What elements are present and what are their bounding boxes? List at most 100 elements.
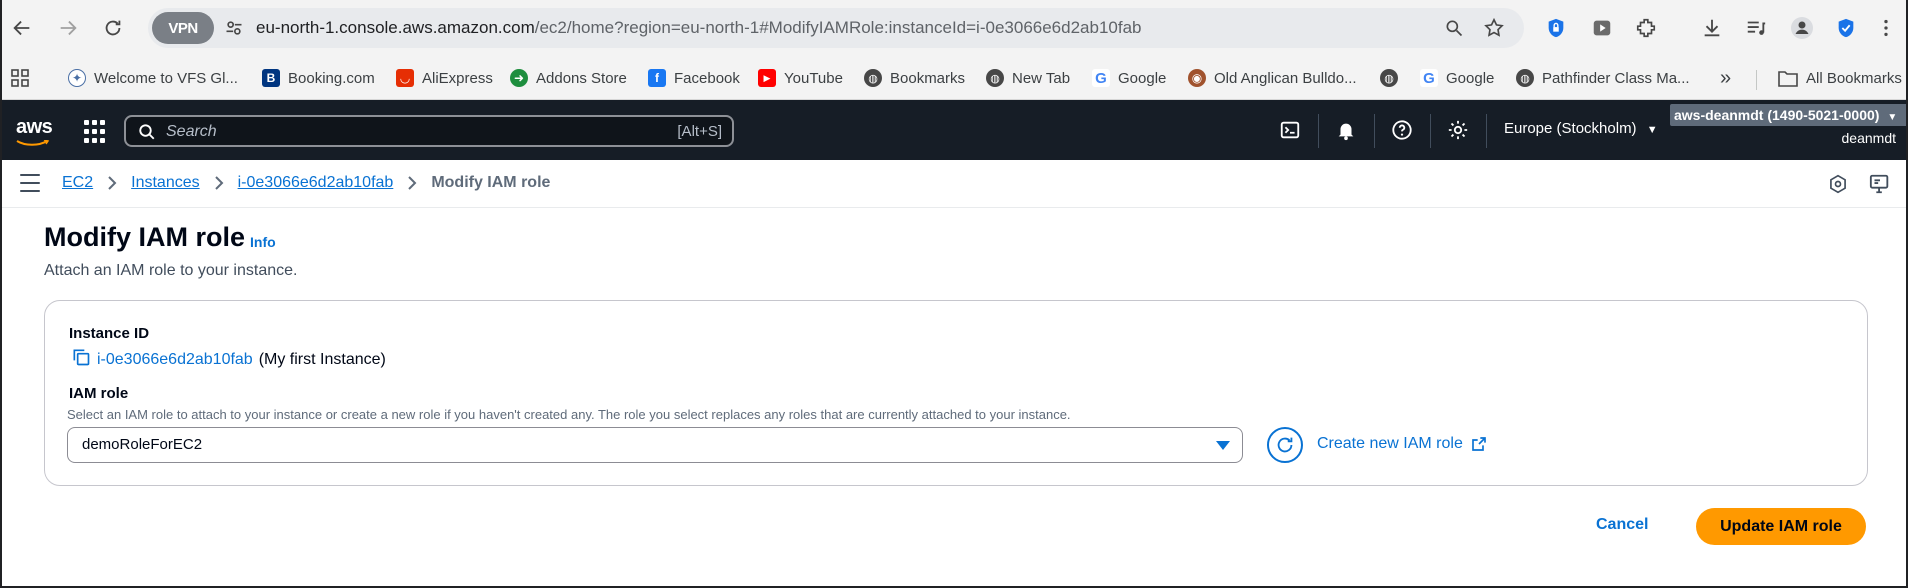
preferences-hex-icon[interactable] (1826, 172, 1850, 196)
bookmark-label: Google (1118, 69, 1167, 87)
cloudshell-icon[interactable] (1278, 118, 1302, 142)
globe-icon: ◍ (1380, 69, 1398, 87)
apps-grid-icon[interactable] (10, 66, 30, 90)
account-menu[interactable]: aws-deanmdt (1490-5021-0000) ▼ (1670, 104, 1908, 126)
all-bookmarks-button[interactable]: All Bookmarks (1778, 66, 1902, 90)
bookmark-addons[interactable]: ➜ Addons Store (510, 66, 627, 90)
search-input[interactable]: Search [Alt+S] (124, 115, 734, 147)
bookmark-facebook[interactable]: f Facebook (648, 66, 740, 90)
breadcrumb-ec2[interactable]: EC2 (62, 174, 93, 192)
bookmark-label: YouTube (784, 69, 843, 87)
display-settings-icon[interactable] (1868, 172, 1892, 196)
cancel-button[interactable]: Cancel (1596, 516, 1648, 534)
instance-id-label: Instance ID (69, 325, 150, 342)
chevron-down-icon: ▼ (1646, 124, 1658, 136)
instance-id-link[interactable]: i-0e3066e6d2ab10fab (97, 351, 253, 369)
bookmark-youtube[interactable]: ▶ YouTube (758, 66, 843, 90)
dog-icon: ◉ (1188, 69, 1206, 87)
bookmark-label: Old Anglican Bulldo... (1214, 69, 1357, 87)
browser-menu-icon[interactable] (1872, 14, 1900, 42)
bookmark-booking[interactable]: B Booking.com (262, 66, 375, 90)
username[interactable]: deanmdt (1842, 130, 1896, 146)
address-bar[interactable]: VPN eu-north-1.console.aws.amazon.com/ec… (148, 8, 1524, 48)
chevron-right-icon (214, 176, 224, 190)
download-icon[interactable] (1698, 14, 1726, 42)
page-description: Attach an IAM role to your instance. (44, 262, 298, 279)
create-iam-role-link[interactable]: Create new IAM role (1317, 435, 1487, 453)
bookmark-pathfinder[interactable]: ◍ Pathfinder Class Ma... (1516, 66, 1690, 90)
aliexpress-icon: ◡ (396, 69, 414, 87)
refresh-roles-button[interactable] (1267, 427, 1303, 463)
bookmark-aliexpress[interactable]: ◡ AliExpress (396, 66, 493, 90)
url-text[interactable]: eu-north-1.console.aws.amazon.com/ec2/ho… (256, 18, 1142, 38)
bookmark-new-tab[interactable]: ◍ New Tab (986, 66, 1070, 90)
aws-logo-text: aws (16, 116, 53, 138)
security-shield-icon[interactable] (1832, 14, 1860, 42)
refresh-icon (1277, 437, 1293, 453)
breadcrumb-instance-id[interactable]: i-0e3066e6d2ab10fab (238, 174, 394, 192)
bookmark-label: Facebook (674, 69, 740, 87)
booking-icon: B (262, 69, 280, 87)
extensions-puzzle-icon[interactable] (1632, 14, 1660, 42)
globe-icon: ◍ (1516, 69, 1534, 87)
help-icon[interactable] (1390, 118, 1414, 142)
profile-avatar-icon[interactable] (1788, 14, 1816, 42)
notifications-bell-icon[interactable] (1334, 118, 1358, 142)
services-menu-icon[interactable] (84, 120, 108, 144)
bookmark-google-2[interactable]: G Google (1420, 66, 1494, 90)
bookmark-label: New Tab (1012, 69, 1071, 87)
bookmark-label: Pathfinder Class Ma... (1542, 69, 1690, 87)
bookmark-label: Bookmarks (890, 69, 966, 87)
region-label: Europe (Stockholm) (1504, 120, 1637, 137)
zoom-icon[interactable] (1442, 16, 1466, 40)
update-iam-role-button[interactable]: Update IAM role (1696, 508, 1866, 545)
info-link[interactable]: Info (250, 234, 276, 250)
aws-logo[interactable]: aws (16, 116, 53, 146)
browser-toolbar: VPN eu-north-1.console.aws.amazon.com/ec… (0, 0, 1908, 56)
search-placeholder: Search (166, 123, 217, 140)
instance-id-row: i-0e3066e6d2ab10fab (My first Instance) (71, 347, 386, 372)
copy-icon[interactable] (71, 347, 91, 372)
forward-icon[interactable] (52, 12, 84, 44)
vpn-badge[interactable]: VPN (152, 12, 214, 44)
hamburger-menu-icon[interactable] (20, 174, 40, 192)
folder-icon (1778, 71, 1798, 87)
settings-gear-icon[interactable] (1446, 118, 1470, 142)
bookmark-unnamed[interactable]: ◍ (1380, 66, 1398, 90)
iam-role-hint: Select an IAM role to attach to your ins… (67, 407, 1071, 422)
iam-role-selected-value: demoRoleForEC2 (82, 436, 203, 453)
account-label: aws-deanmdt (1490-5021-0000) (1674, 107, 1880, 123)
breadcrumb-instances[interactable]: Instances (131, 174, 199, 192)
chevron-right-icon (407, 176, 417, 190)
bookmark-bookmarks[interactable]: ◍ Bookmarks (864, 66, 965, 90)
bookmarks-divider (1756, 70, 1757, 90)
password-manager-icon[interactable] (1542, 14, 1570, 42)
iam-role-select[interactable]: demoRoleForEC2 (67, 427, 1243, 463)
site-settings-icon[interactable] (218, 12, 250, 44)
google-icon: G (1092, 69, 1110, 87)
chevron-right-icon (107, 176, 117, 190)
bookmark-old-anglican-bulldog[interactable]: ◉ Old Anglican Bulldo... (1188, 66, 1357, 90)
bookmark-label: Welcome to VFS Gl... (94, 69, 238, 87)
media-controls-icon[interactable] (1742, 14, 1770, 42)
video-extension-icon[interactable] (1588, 14, 1616, 42)
iam-role-form-card: Instance ID i-0e3066e6d2ab10fab (My firs… (44, 300, 1868, 486)
bookmark-vfs[interactable]: ✦ Welcome to VFS Gl... (68, 66, 238, 90)
bookmark-star-icon[interactable] (1482, 16, 1506, 40)
bookmarks-bar: ✦ Welcome to VFS Gl... B Booking.com ◡ A… (0, 56, 1908, 100)
region-selector[interactable]: Europe (Stockholm) ▼ (1504, 120, 1658, 137)
bookmark-google[interactable]: G Google (1092, 66, 1166, 90)
all-bookmarks-label: All Bookmarks (1806, 69, 1902, 87)
back-icon[interactable] (6, 12, 38, 44)
facebook-icon: f (648, 69, 666, 87)
url-path: /ec2/home?region=eu-north-1#ModifyIAMRol… (534, 18, 1142, 37)
search-shortcut: [Alt+S] (677, 123, 722, 140)
bookmarks-overflow-button[interactable]: » (1720, 66, 1731, 90)
create-iam-role-label: Create new IAM role (1317, 435, 1463, 452)
globe-icon: ◍ (986, 69, 1004, 87)
chevron-down-icon: ▼ (1887, 112, 1898, 123)
bookmark-label: AliExpress (422, 69, 493, 87)
globe-icon: ◍ (864, 69, 882, 87)
vfs-icon: ✦ (68, 69, 86, 87)
reload-icon[interactable] (97, 12, 129, 44)
